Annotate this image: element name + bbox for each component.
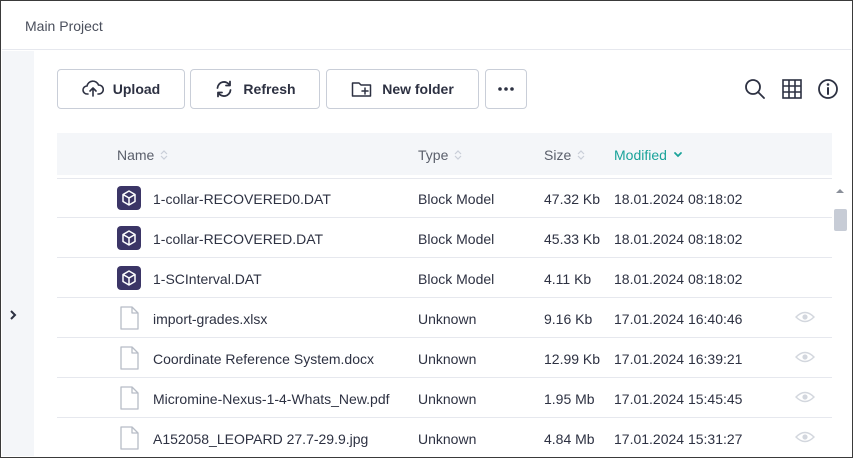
file-icon <box>120 346 139 370</box>
column-modified-label: Modified <box>614 147 667 163</box>
more-icon <box>498 87 514 91</box>
file-size: 4.11 Kb <box>544 271 592 287</box>
file-modified: 18.01.2024 08:18:02 <box>614 231 743 247</box>
file-type: Unknown <box>418 351 477 367</box>
scroll-up-icon[interactable] <box>835 187 845 195</box>
file-icon <box>120 426 139 450</box>
file-modified: 18.01.2024 08:18:02 <box>614 271 743 287</box>
table-row[interactable]: 1-collar-RECOVERED.DAT Block Model 45.33 K… <box>57 218 832 258</box>
file-type: Block Model <box>418 231 495 247</box>
table-row[interactable]: import-grades.xlsx Unknown 9.16 Kb 17.01.20… <box>57 298 832 338</box>
upload-cloud-icon <box>81 80 104 97</box>
new-folder-icon <box>351 82 372 97</box>
table-body: 1-collar-RECOVERED0.DAT Block Model 47.32 … <box>57 178 832 457</box>
app-window: Main Project Upload Refresh New folder N… <box>0 0 853 458</box>
refresh-icon <box>217 80 232 98</box>
file-name[interactable]: Micromine-Nexus-1-4-Whats_New.pdf <box>153 391 390 407</box>
table-row[interactable]: Coordinate Reference System.docx Unknown 1… <box>57 338 832 378</box>
upload-label: Upload <box>112 81 161 97</box>
file-table: Name Type Size Modified 1-collar-RECOVER… <box>57 133 832 457</box>
file-size: 9.16 Kb <box>544 311 593 327</box>
refresh-label: Refresh <box>243 81 296 97</box>
file-name[interactable]: A152058_LEOPARD 27.7-29.9.jpg <box>153 431 368 447</box>
scrollbar-thumb[interactable] <box>834 209 847 231</box>
page-title: Main Project <box>25 18 103 34</box>
column-header-name[interactable]: Name <box>117 147 168 163</box>
search-icon[interactable] <box>744 78 766 100</box>
file-modified: 18.01.2024 08:18:02 <box>614 191 743 207</box>
upload-button[interactable]: Upload <box>57 69 185 109</box>
refresh-button[interactable]: Refresh <box>190 69 320 109</box>
file-name[interactable]: Coordinate Reference System.docx <box>153 351 374 367</box>
new-folder-button[interactable]: New folder <box>326 69 479 109</box>
block-model-icon <box>117 226 141 250</box>
grid-view-icon[interactable] <box>781 78 803 100</box>
file-modified: 17.01.2024 15:31:27 <box>614 431 743 447</box>
preview-eye-icon[interactable] <box>795 390 815 404</box>
top-bar: Main Project <box>2 2 851 50</box>
file-name[interactable]: 1-collar-RECOVERED0.DAT <box>153 191 331 207</box>
chevron-right-icon[interactable] <box>7 308 19 322</box>
new-folder-label: New folder <box>382 81 454 97</box>
file-type: Block Model <box>418 271 495 287</box>
file-modified: 17.01.2024 16:39:21 <box>614 351 743 367</box>
main-panel: Upload Refresh New folder Name Type Size… <box>34 51 851 456</box>
file-size: 4.84 Mb <box>544 431 595 447</box>
file-icon <box>120 386 139 410</box>
file-type: Unknown <box>418 391 477 407</box>
column-header-modified[interactable]: Modified <box>614 147 683 163</box>
table-row[interactable]: Micromine-Nexus-1-4-Whats_New.pdf Unknown… <box>57 378 832 418</box>
column-header-size[interactable]: Size <box>544 147 585 163</box>
more-button[interactable] <box>485 69 527 109</box>
file-size: 1.95 Mb <box>544 391 595 407</box>
block-model-icon <box>117 186 141 210</box>
preview-eye-icon[interactable] <box>795 310 815 324</box>
table-header: Name Type Size Modified <box>57 133 832 175</box>
block-model-icon <box>117 266 141 290</box>
left-rail <box>2 51 34 456</box>
table-row[interactable]: 1-SCInterval.DAT Block Model 4.11 Kb 18.01.… <box>57 258 832 298</box>
preview-eye-icon[interactable] <box>795 430 815 444</box>
sort-icon <box>577 150 585 160</box>
file-type: Block Model <box>418 191 495 207</box>
column-type-label: Type <box>418 147 449 163</box>
file-name[interactable]: import-grades.xlsx <box>153 311 267 327</box>
file-modified: 17.01.2024 16:40:46 <box>614 311 743 327</box>
file-icon <box>120 306 139 330</box>
file-type: Unknown <box>418 431 477 447</box>
column-header-type[interactable]: Type <box>418 147 462 163</box>
column-size-label: Size <box>544 147 572 163</box>
sort-icon <box>160 150 168 160</box>
file-modified: 17.01.2024 15:45:45 <box>614 391 743 407</box>
column-name-label: Name <box>117 147 155 163</box>
preview-eye-icon[interactable] <box>795 350 815 364</box>
file-name[interactable]: 1-SCInterval.DAT <box>153 271 262 287</box>
file-size: 45.33 Kb <box>544 231 601 247</box>
sort-icon <box>454 150 462 160</box>
file-name[interactable]: 1-collar-RECOVERED.DAT <box>153 231 323 247</box>
file-type: Unknown <box>418 311 477 327</box>
sort-descending-icon <box>674 152 682 158</box>
info-icon[interactable] <box>817 78 839 100</box>
table-row[interactable]: 1-collar-RECOVERED0.DAT Block Model 47.32 … <box>57 178 832 218</box>
table-row[interactable]: A152058_LEOPARD 27.7-29.9.jpg Unknown 4.84… <box>57 418 832 457</box>
file-size: 47.32 Kb <box>544 191 601 207</box>
file-size: 12.99 Kb <box>544 351 601 367</box>
